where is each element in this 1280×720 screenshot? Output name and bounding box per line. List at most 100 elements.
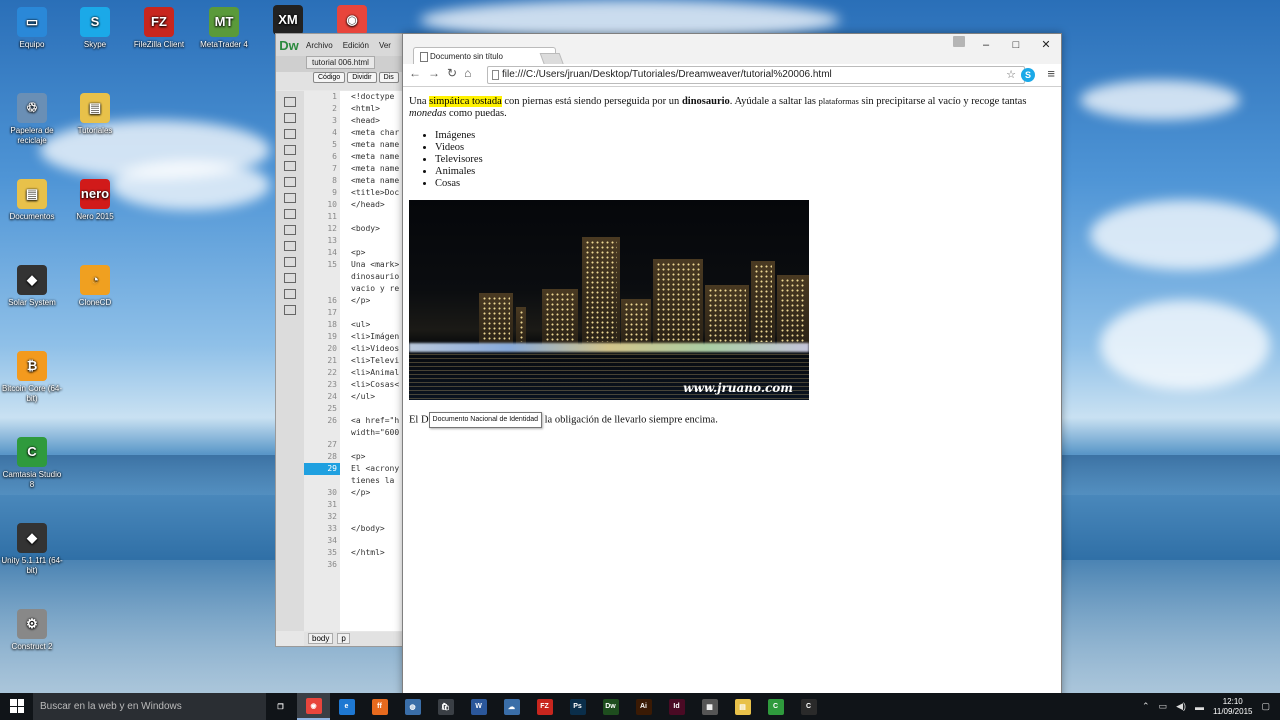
small-text: plataformas (818, 96, 859, 106)
view-button[interactable]: Dividir (347, 72, 377, 83)
city-night-photo[interactable]: www.jruano.com (409, 200, 809, 400)
address-bar[interactable]: file:///C:/Users/jruan/Desktop/Tutoriale… (487, 66, 1025, 84)
taskbar-app-firefox[interactable]: ff (363, 693, 396, 720)
user-profile-icon[interactable] (953, 36, 965, 47)
line-number: 14 (327, 248, 337, 257)
desktop-icon[interactable]: ₿ Bitcoin Core (64-bit) (0, 351, 64, 404)
view-button[interactable]: Dis (378, 72, 399, 83)
home-icon[interactable]: ⌂ (464, 66, 478, 80)
code-line: <!doctype (351, 92, 395, 101)
page-icon (420, 52, 428, 62)
address-url[interactable]: file:///C:/Users/jruan/Desktop/Tutoriale… (502, 69, 832, 80)
taskbar-app-skydrive[interactable]: ☁ (495, 693, 528, 720)
taskbar-app-camtasia[interactable]: C (759, 693, 792, 720)
desktop-icon[interactable]: S Skype (63, 7, 127, 50)
tool-icon[interactable] (284, 177, 296, 187)
taskbar-app-dreamweaver[interactable]: Dw (594, 693, 627, 720)
desktop-icon[interactable]: ▭ Equipo (0, 7, 64, 50)
tool-icon[interactable] (284, 273, 296, 283)
dreamweaver-window[interactable]: Dw Archivo Edición Ver tutorial 006.html C… (275, 33, 410, 647)
tool-icon[interactable] (284, 209, 296, 219)
file-tab-label[interactable]: tutorial 006.html (306, 56, 375, 69)
tool-icon[interactable] (284, 97, 296, 107)
taskbar-app-photoshop[interactable]: Ps (561, 693, 594, 720)
language-icon[interactable]: ▬ (1195, 702, 1204, 712)
code-editor[interactable]: <!doctype <html> <head> <meta char <meta nam… (340, 91, 406, 631)
desktop-icon[interactable]: MT MetaTrader 4 (192, 7, 256, 50)
desktop-icon[interactable]: ◆ Solar System (0, 265, 64, 308)
taskbar-app-illustrator[interactable]: Ai (627, 693, 660, 720)
tool-icon[interactable] (284, 193, 296, 203)
desktop-icon[interactable]: ◔ CloneCD (63, 265, 127, 308)
taskbar-app-store[interactable]: 🛍 (429, 693, 462, 720)
tool-icon[interactable] (284, 241, 296, 251)
line-number (304, 271, 340, 283)
tool-icon[interactable] (284, 161, 296, 171)
line-number: 13 (327, 236, 337, 245)
tool-icon[interactable] (284, 113, 296, 123)
desktop-icon[interactable]: ⚙ Construct 2 (0, 609, 64, 652)
browser-tab[interactable]: Documento sin título ✕ (413, 47, 556, 65)
desktop-icon[interactable]: ♲ Papelera de reciclaje (0, 93, 64, 146)
taskbar-app-edge[interactable]: e (330, 693, 363, 720)
tag-selector-item[interactable]: p (337, 633, 350, 644)
tool-icon[interactable] (284, 305, 296, 315)
desktop-icon[interactable]: FZ FileZilla Client (127, 7, 191, 50)
desktop-icon[interactable]: ◆ Unity 5.1.1f1 (64-bit) (0, 523, 64, 576)
bookmark-star-icon[interactable]: ☆ (1006, 67, 1016, 83)
explorer-icon: ▤ (734, 698, 751, 715)
reload-icon[interactable]: ↻ (447, 66, 464, 80)
taskbar-app-word[interactable]: W (462, 693, 495, 720)
desktop-icon-label: Nero 2015 (76, 212, 114, 221)
taskbar-app-task-view[interactable]: ❐ (264, 693, 297, 720)
code-line: <a href="h (351, 416, 400, 425)
taskbar-app-filezilla[interactable]: FZ (528, 693, 561, 720)
tool-icon[interactable] (284, 225, 296, 235)
text: con piernas está siendo perseguida por u… (501, 96, 682, 107)
line-number (304, 475, 340, 487)
menu-item[interactable]: Edición (343, 41, 369, 50)
taskbar-clock[interactable]: 12:10 11/09/2015 (1213, 697, 1252, 717)
acronym-paragraph: El D Documento Nacional de Identidad la o… (409, 412, 1055, 428)
taskbar-app-network[interactable]: ◍ (396, 693, 429, 720)
tool-icon[interactable] (284, 257, 296, 267)
tray-chevron-icon[interactable]: ⌃ (1142, 701, 1150, 712)
tool-icon[interactable] (284, 129, 296, 139)
desktop-icon[interactable]: ▤ Documentos (0, 179, 64, 222)
back-icon[interactable]: ← (409, 66, 428, 80)
view-button[interactable]: Código (313, 72, 346, 83)
chrome-menu-icon[interactable]: ≡ (1047, 66, 1055, 81)
tool-icon[interactable] (284, 289, 296, 299)
close-icon[interactable]: ✕ (1031, 34, 1061, 56)
volume-icon[interactable]: ◀) (1176, 701, 1186, 712)
desktop-icon[interactable]: nero Nero 2015 (63, 179, 127, 222)
dreamweaver-file-tab[interactable]: tutorial 006.html (276, 56, 406, 72)
taskbar-app-explorer[interactable]: ▤ (726, 693, 759, 720)
firefox-icon: ff (371, 698, 388, 715)
notifications-icon[interactable]: ▢ (1261, 701, 1270, 712)
system-tray: ⌃ ▭ ◀) ▬ 12:10 11/09/2015 ▢ (1142, 693, 1270, 720)
start-button-icon[interactable] (10, 699, 24, 713)
intro-paragraph: Una simpática tostada con piernas está s… (409, 95, 1055, 120)
chrome-window[interactable]: Documento sin título ✕ – □ ✕ ←→↻⌂ file:/… (402, 33, 1062, 699)
taskbar-app-chrome[interactable]: ◉ (297, 693, 330, 720)
desktop-icon[interactable]: C Camtasia Studio 8 (0, 437, 64, 490)
menu-item[interactable]: Archivo (306, 41, 333, 50)
maximize-icon[interactable]: □ (1001, 34, 1031, 56)
acronym-text[interactable]: El D (409, 414, 429, 425)
tool-icon[interactable] (284, 145, 296, 155)
tag-selector-item[interactable]: body (308, 633, 334, 644)
skype-extension-icon[interactable]: S (1021, 68, 1035, 82)
forward-icon[interactable]: → (428, 66, 447, 80)
menu-item[interactable]: Ver (379, 41, 391, 50)
illustrator-icon: Ai (635, 698, 652, 715)
taskbar-app-indesign[interactable]: Id (660, 693, 693, 720)
desktop-icon-label: Documentos (9, 212, 55, 221)
taskbar-app-camtasia-recorder[interactable]: C (792, 693, 825, 720)
desktop-icon[interactable]: ▤ Tutoriales (63, 93, 127, 136)
network-icon[interactable]: ▭ (1159, 701, 1168, 712)
taskbar-app-calculator[interactable]: ▦ (693, 693, 726, 720)
taskbar-search-box[interactable]: Buscar en la web y en Windows (33, 693, 266, 720)
minimize-icon[interactable]: – (971, 34, 1001, 56)
